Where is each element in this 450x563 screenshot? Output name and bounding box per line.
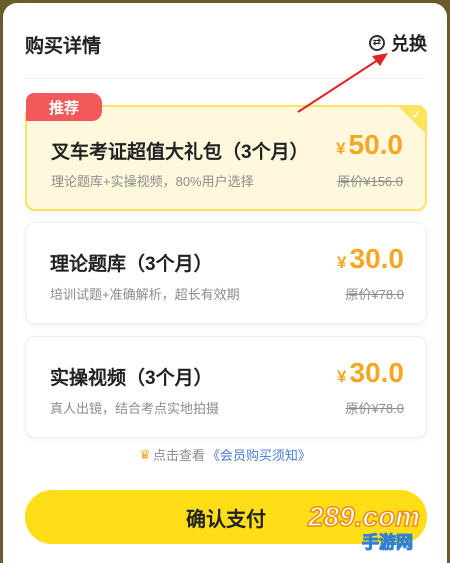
header-divider <box>25 78 425 79</box>
plan-card-video[interactable]: 实操视频（3个月） 真人出镜，结合考点实地拍摄 ¥30.0 原价¥78.0 <box>25 336 427 438</box>
plan-price: ¥30.0 <box>337 357 404 389</box>
original-price: 原价¥78.0 <box>345 401 404 416</box>
plan-name: 实操视频（3个月） <box>50 368 213 389</box>
member-terms-link[interactable]: 《会员购买须知》 <box>207 445 311 464</box>
original-price: 原价¥78.0 <box>345 287 404 302</box>
plan-name: 理论题库（3个月） <box>50 254 213 275</box>
crown-icon: ♛ <box>139 446 151 462</box>
plan-desc: 理论题库+实操视频，80%用户选择 <box>51 174 254 189</box>
plan-name: 叉车考证超值大礼包（3个月） <box>51 142 309 163</box>
plan-card-theory[interactable]: 理论题库（3个月） 培训试题+准确解析，超长有效期 ¥30.0 原价¥78.0 <box>25 222 427 324</box>
plan-desc: 真人出镜，结合考点实地拍摄 <box>50 401 220 416</box>
plan-price: ¥30.0 <box>337 243 404 275</box>
exchange-button[interactable]: ⇄ 兑换 <box>369 30 427 56</box>
purchase-sheet: 购买详情 ⇄ 兑换 推荐 ✓ 叉车考证超值大礼包（3个月） 理论题库+实操视频，… <box>3 3 447 563</box>
plan-card-bundle[interactable]: 推荐 ✓ 叉车考证超值大礼包（3个月） 理论题库+实操视频，80%用户选择 ¥5… <box>25 93 427 211</box>
purchase-notice: ♛ 点击查看 《会员购买须知》 <box>3 445 447 464</box>
original-price: 原价¥156.0 <box>337 174 403 189</box>
exchange-label: 兑换 <box>391 34 427 54</box>
recommend-badge: 推荐 <box>26 93 102 121</box>
plan-desc: 培训试题+准确解析，超长有效期 <box>50 287 240 302</box>
plan-price: ¥50.0 <box>336 129 403 161</box>
price-value: 30.0 <box>349 357 405 388</box>
exchange-icon: ⇄ <box>369 35 385 51</box>
currency-symbol: ¥ <box>336 139 346 158</box>
page-title: 购买详情 <box>25 36 102 57</box>
currency-symbol: ¥ <box>337 253 347 272</box>
sheet-header: 购买详情 ⇄ 兑换 <box>3 3 447 79</box>
confirm-pay-button[interactable]: 确认支付 <box>25 490 427 544</box>
currency-symbol: ¥ <box>337 367 347 386</box>
price-value: 30.0 <box>349 243 405 274</box>
notice-prefix: 点击查看 <box>152 448 205 463</box>
price-value: 50.0 <box>348 129 404 160</box>
check-icon: ✓ <box>411 107 422 122</box>
